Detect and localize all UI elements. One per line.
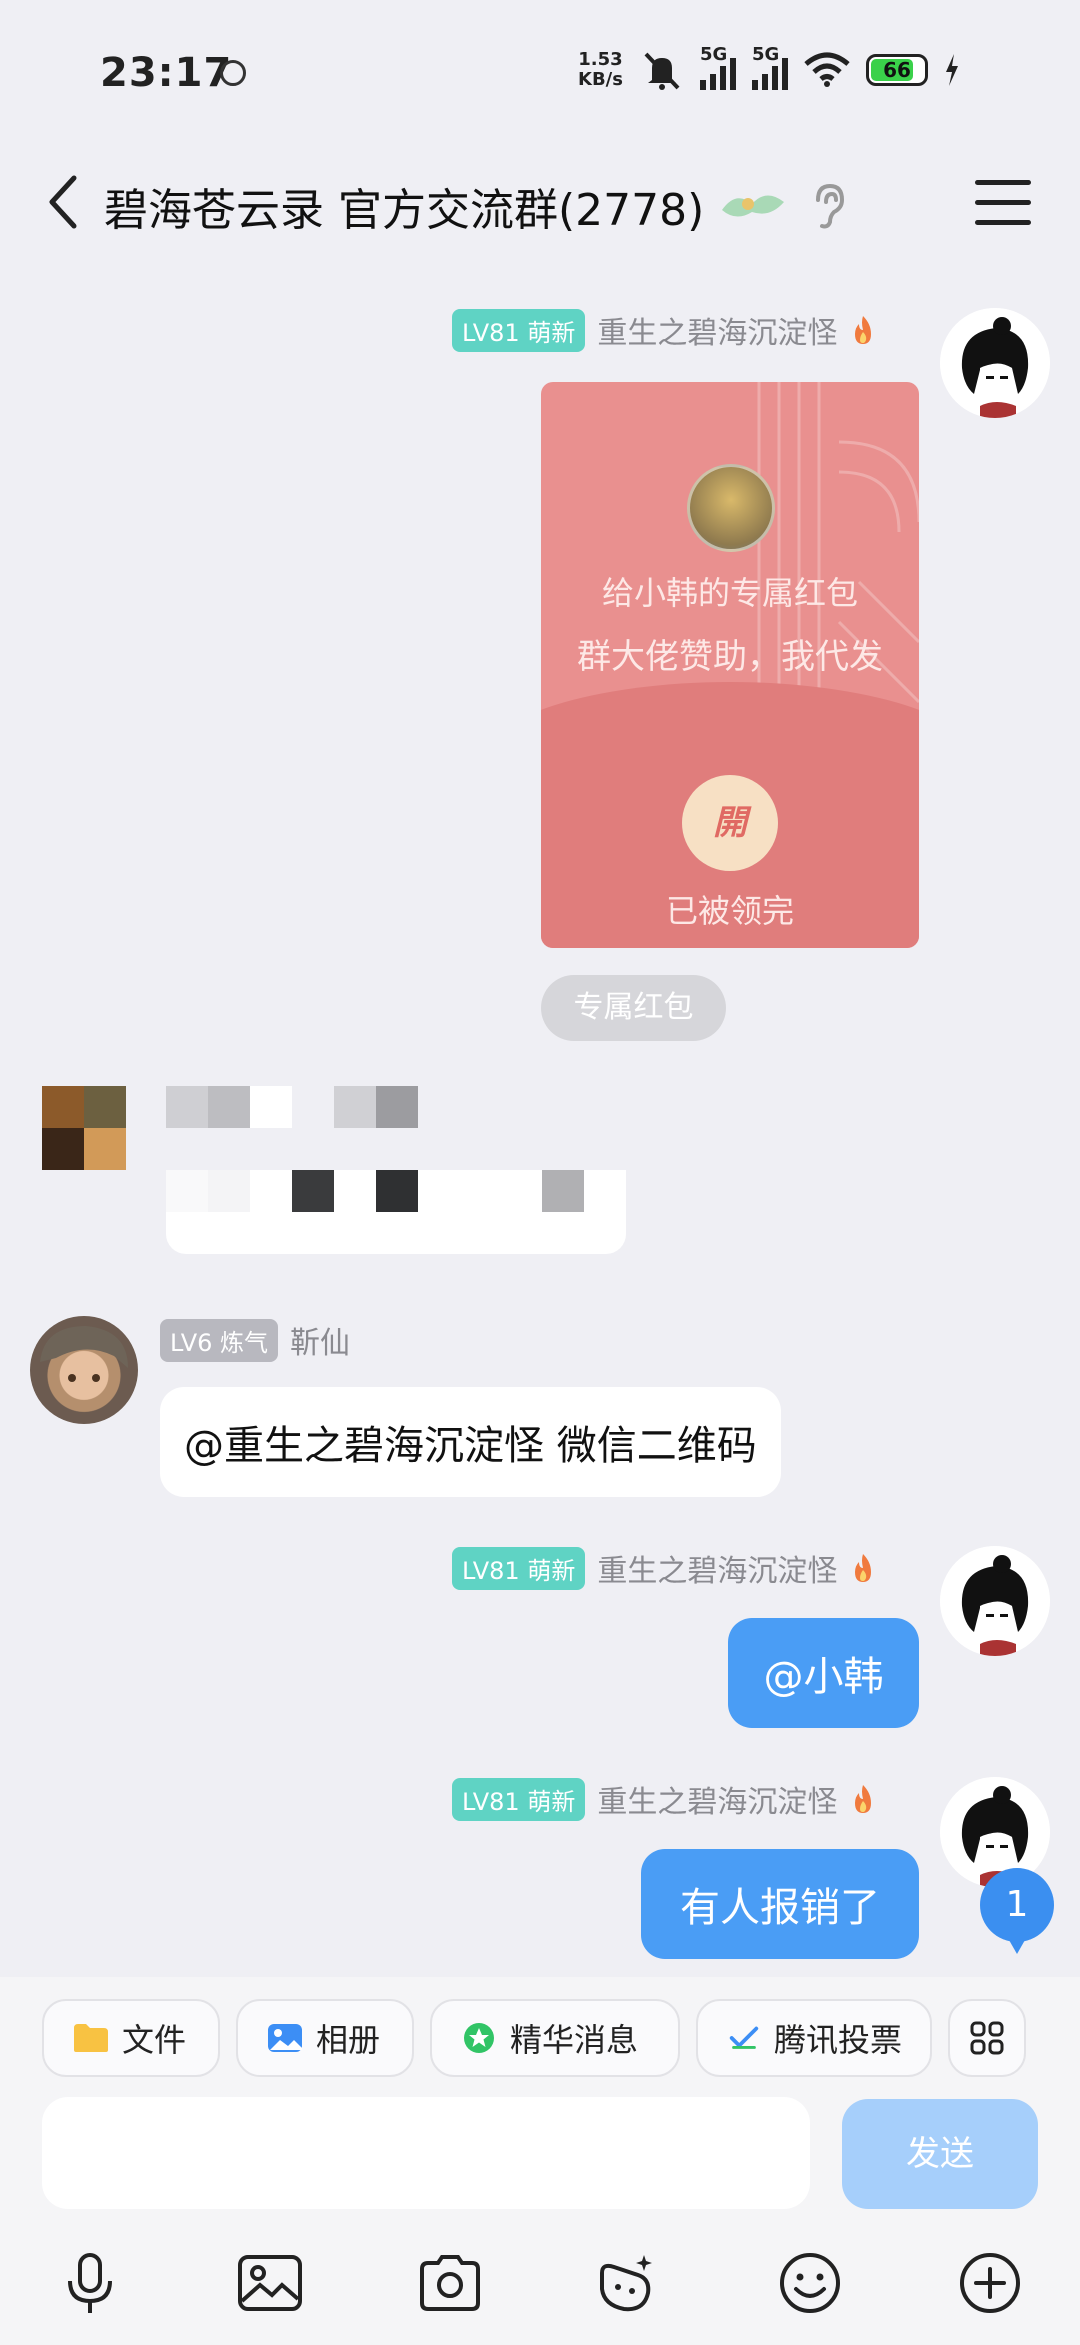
sender-name[interactable]: 重生之碧海沉淀怪 xyxy=(597,308,837,352)
red-packet-title: 给小韩的专属红包 xyxy=(601,574,858,612)
input-panel: 文件 相册 精华消息 腾讯投票 发送 xyxy=(0,1977,1080,2345)
group-title[interactable]: 碧海苍云录 官方交流群(2778) xyxy=(104,174,704,238)
red-packet-type-tag: 专属红包 xyxy=(541,975,726,1041)
microphone-icon[interactable] xyxy=(56,2249,124,2317)
vote-check-icon xyxy=(729,2026,759,2049)
input-toolbar xyxy=(0,2239,1080,2329)
chevron-left-icon[interactable] xyxy=(36,172,96,232)
sender-name[interactable]: 重生之碧海沉淀怪 xyxy=(597,1546,837,1590)
avatar[interactable] xyxy=(30,1316,138,1424)
level-badge: LV6 炼气 xyxy=(160,1318,279,1362)
status-bar: 23:17 1.53 KB/s 5G 5G 66 xyxy=(0,0,1080,150)
essence-label: 精华消息 xyxy=(510,2021,639,2059)
level-badge: LV81 萌新 xyxy=(452,308,586,352)
vote-label: 腾讯投票 xyxy=(773,2021,902,2059)
sender-meta: LV81 萌新 重生之碧海沉淀怪 xyxy=(452,1546,877,1590)
chat-header: 碧海苍云录 官方交流群(2778) xyxy=(0,150,1080,260)
file-button[interactable]: 文件 xyxy=(42,1999,220,2077)
sender-meta: LV81 萌新 重生之碧海沉淀怪 xyxy=(452,308,877,352)
fire-icon xyxy=(855,1785,872,1813)
charging-bolt-icon xyxy=(946,54,958,86)
red-packet-card[interactable]: 给小韩的专属红包 群大佬赞助，我代发 開 已被领完 xyxy=(541,382,919,948)
photo-icon xyxy=(268,2024,302,2052)
sender-meta: LV6 炼气 靳仙 xyxy=(160,1318,350,1362)
plus-icon[interactable] xyxy=(956,2249,1024,2317)
essence-button[interactable]: 精华消息 xyxy=(430,1999,680,2077)
quick-actions-bar: 文件 相册 精华消息 腾讯投票 xyxy=(42,1999,1026,2077)
fire-icon xyxy=(855,316,872,344)
image-icon[interactable] xyxy=(236,2249,304,2317)
battery-level: 66 xyxy=(883,58,911,82)
red-packet-status: 已被领完 xyxy=(665,892,794,930)
camera-icon[interactable] xyxy=(416,2249,484,2317)
sender-name[interactable]: 靳仙 xyxy=(290,1318,350,1362)
hamburger-menu-icon[interactable] xyxy=(975,180,1031,226)
more-apps-button[interactable] xyxy=(948,1999,1026,2077)
network-speed: 1.53 KB/s xyxy=(578,50,623,90)
fire-icon xyxy=(855,1554,872,1582)
album-label: 相册 xyxy=(316,2021,381,2059)
level-badge: LV81 萌新 xyxy=(452,1546,586,1590)
group-badge-icon xyxy=(722,195,784,217)
status-time: 23:17 xyxy=(100,50,233,96)
message-bubble[interactable]: 有人报销了 xyxy=(641,1849,919,1959)
sender-name[interactable]: 重生之碧海沉淀怪 xyxy=(597,1777,837,1821)
star-badge-icon xyxy=(464,2023,494,2053)
folder-icon xyxy=(74,2024,108,2052)
network-type-label-2: 5G xyxy=(752,44,780,65)
vote-button[interactable]: 腾讯投票 xyxy=(696,1999,932,2077)
censored-avatar xyxy=(42,1086,126,1170)
send-button[interactable]: 发送 xyxy=(842,2099,1038,2209)
wifi-icon xyxy=(804,52,850,87)
signal-icon-2: 5G xyxy=(752,44,788,90)
avatar[interactable] xyxy=(940,1546,1050,1656)
shield-icon xyxy=(220,60,246,86)
red-packet-open-button[interactable]: 開 xyxy=(682,775,778,871)
emoji-icon[interactable] xyxy=(776,2249,844,2317)
message-input[interactable] xyxy=(42,2097,810,2209)
censored-message xyxy=(166,1170,626,1254)
album-button[interactable]: 相册 xyxy=(236,1999,414,2077)
file-label: 文件 xyxy=(122,2021,187,2059)
censored-name xyxy=(166,1086,426,1128)
network-speed-value: 1.53 xyxy=(578,49,623,70)
avatar[interactable] xyxy=(940,1777,1050,1887)
mute-bell-icon xyxy=(644,52,680,90)
sender-meta: LV81 萌新 重生之碧海沉淀怪 xyxy=(452,1777,877,1821)
sticker-ai-icon[interactable] xyxy=(592,2249,660,2317)
network-type-label: 5G xyxy=(700,44,728,65)
network-speed-unit: KB/s xyxy=(578,69,623,90)
message-bubble[interactable]: @重生之碧海沉淀怪 微信二维码 xyxy=(160,1387,781,1497)
status-icons: 5G 5G 66 xyxy=(640,44,960,90)
level-badge: LV81 萌新 xyxy=(452,1777,586,1821)
red-packet-message: 群大佬赞助，我代发 xyxy=(577,637,883,677)
ear-icon[interactable] xyxy=(808,180,848,230)
unread-count-badge[interactable]: 1 xyxy=(980,1868,1054,1954)
grid-icon xyxy=(970,2021,1004,2055)
battery-icon: 66 xyxy=(866,54,928,86)
red-packet-avatar xyxy=(687,464,775,552)
avatar[interactable] xyxy=(940,308,1050,418)
signal-icon: 5G xyxy=(700,44,736,90)
message-bubble[interactable]: @小韩 xyxy=(728,1618,919,1728)
